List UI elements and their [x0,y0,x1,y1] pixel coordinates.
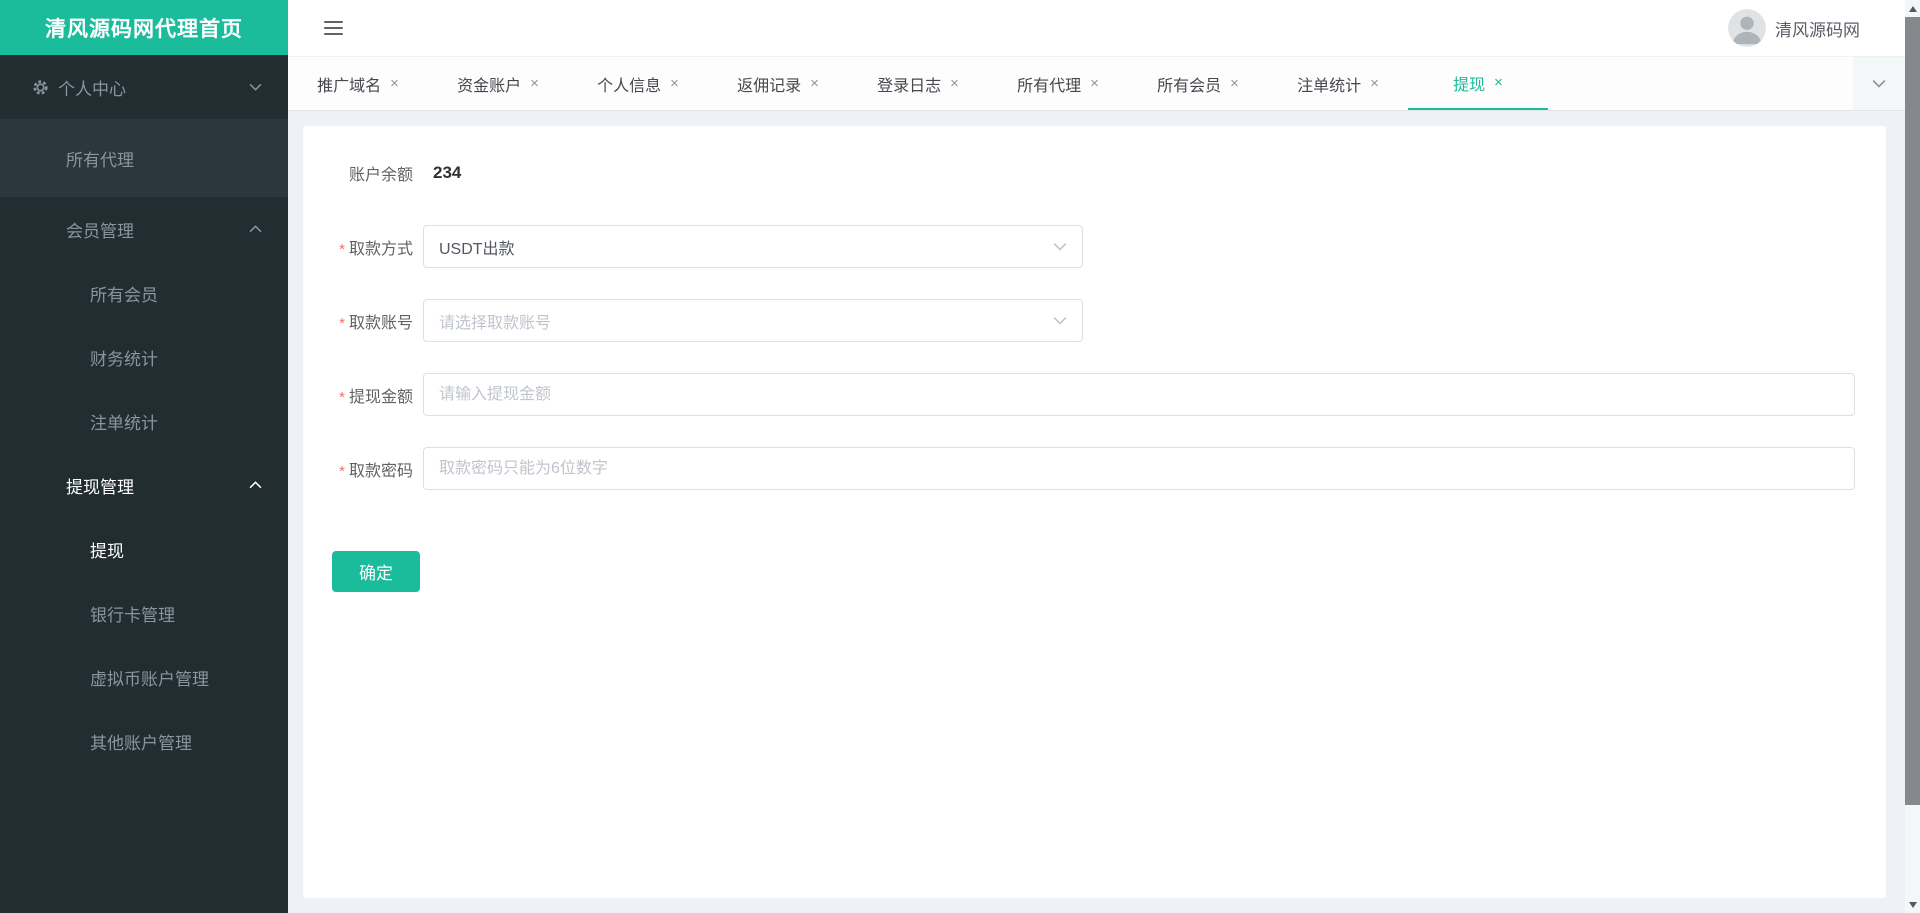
sidebar-item-bank-card-mgmt[interactable]: 银行卡管理 [0,581,288,645]
tab-label: 个人信息 [597,77,662,95]
avatar [1728,9,1766,47]
chevron-down-icon [1872,80,1886,88]
tab-close-icon[interactable]: × [810,76,819,91]
sidebar-item-label: 虚拟币账户管理 [90,669,209,689]
sidebar-item-label: 银行卡管理 [90,605,175,625]
field-label: * 取款方式 [339,240,413,258]
tabs-container: 推广域名 × 资金账户 × 个人信息 × 返佣记录 × 登录日志 × 所有代理 × 所有会员 × 注单统计 ×… [288,57,1548,110]
tab-label: 提现 [1453,76,1486,94]
sidebar-item-label: 个人中心 [58,79,126,99]
required-asterisk: * [339,462,345,480]
withdraw-password-input[interactable] [423,447,1855,490]
sidebar-item-label: 所有代理 [66,150,134,170]
tab-promo-domain[interactable]: 推广域名 × [288,57,428,110]
sidebar-item-bet-stats[interactable]: 注单统计 [0,389,288,453]
balance-value: 234 [433,163,462,182]
withdraw-method-select[interactable]: USDT出款 [423,225,1083,268]
sidebar-item-label: 财务统计 [90,349,158,369]
sidebar-item-other-account-mgmt[interactable]: 其他账户管理 [0,709,288,773]
app-window: 清风源码网代理首页 个人中心 所有代理 会员管理 所有会员 财务统计 注单统计 提现管理 提现… [0,0,1920,913]
sidebar-item-withdraw-mgmt[interactable]: 提现管理 [0,453,288,517]
tab-label: 资金账户 [457,77,522,95]
sidebar: 个人中心所有代理会员管理所有会员财务统计注单统计提现管理提现银行卡管理虚拟币账户… [0,55,288,913]
balance-label: 账户余额 [348,167,413,184]
sidebar-item-crypto-account-mgmt[interactable]: 虚拟币账户管理 [0,645,288,709]
tab-bet-stats[interactable]: 注单统计 × [1268,57,1408,110]
brand-title: 清风源码网代理首页 [0,0,288,55]
sidebar-item-withdraw[interactable]: 提现 [0,517,288,581]
sidebar-item-label: 提现管理 [66,477,134,497]
chevron-up-icon [249,481,262,489]
field-label: * 提现金额 [339,388,413,406]
sidebar-item-label: 其他账户管理 [90,733,192,753]
tab-rebate-records[interactable]: 返佣记录 × [708,57,848,110]
select-arrow-icon [1053,317,1067,325]
required-asterisk: * [339,314,345,332]
tab-bar: 推广域名 × 资金账户 × 个人信息 × 返佣记录 × 登录日志 × 所有代理 × 所有会员 × 注单统计 ×… [288,56,1905,111]
tab-close-icon[interactable]: × [1090,76,1099,91]
sidebar-item-label: 所有会员 [90,285,158,305]
sidebar-item-all-agents[interactable]: 所有代理 [0,119,288,197]
form-row-withdraw-password: * 取款密码 [303,447,1886,490]
tab-personal-info[interactable]: 个人信息 × [568,57,708,110]
sidebar-item-label: 会员管理 [66,221,134,241]
form-row-withdraw-amount: * 提现金额 [303,373,1886,416]
tabs-more-button[interactable] [1853,57,1905,110]
field-label: * 取款密码 [339,462,413,480]
tab-label: 所有代理 [1017,77,1082,95]
required-asterisk: * [339,388,345,406]
vertical-scrollbar[interactable] [1905,0,1920,913]
withdraw-account-select[interactable]: 请选择取款账号 [423,299,1083,342]
select-arrow-icon [1053,243,1067,251]
tab-close-icon[interactable]: × [530,76,539,91]
form-row-withdraw-account: * 取款账号 请选择取款账号 [303,299,1886,342]
balance-row: 账户余额 234 [303,162,1886,184]
select-value: USDT出款 [439,240,515,258]
sidebar-item-finance-stats[interactable]: 财务统计 [0,325,288,389]
topbar: 清风源码网 [288,0,1905,56]
sidebar-item-label: 注单统计 [90,413,158,433]
tab-close-icon[interactable]: × [950,76,959,91]
tab-fund-account[interactable]: 资金账户 × [428,57,568,110]
tab-close-icon[interactable]: × [390,76,399,91]
withdraw-form-card: 账户余额 234 *取款方式USDT出款*取款账号请选择取款账号*提现金额*取款… [303,126,1886,898]
sidebar-item-member-mgmt[interactable]: 会员管理 [0,197,288,261]
scroll-up-icon[interactable] [1905,0,1920,17]
field-label: * 取款账号 [339,314,413,332]
chevron-up-icon [249,225,262,233]
tab-label: 所有会员 [1157,77,1222,95]
hamburger-menu-icon[interactable] [324,21,343,35]
tab-label: 返佣记录 [737,77,802,95]
form-row-withdraw-method: * 取款方式 USDT出款 [303,225,1886,268]
withdraw-amount-input[interactable] [423,373,1855,416]
chevron-down-icon [249,83,262,91]
tab-close-icon[interactable]: × [1370,76,1379,91]
scrollbar-thumb[interactable] [1905,17,1920,805]
tab-all-members[interactable]: 所有会员 × [1128,57,1268,110]
tab-close-icon[interactable]: × [1494,75,1503,90]
tab-close-icon[interactable]: × [670,76,679,91]
sidebar-item-all-members[interactable]: 所有会员 [0,261,288,325]
gear-icon [33,79,48,95]
user-menu[interactable]: 清风源码网 [1728,0,1860,56]
scroll-down-icon[interactable] [1905,896,1920,913]
sidebar-item-personal-center[interactable]: 个人中心 [0,55,288,119]
tab-label: 推广域名 [317,77,382,95]
tab-label: 注单统计 [1297,77,1362,95]
required-asterisk: * [339,240,345,258]
tab-login-logs[interactable]: 登录日志 × [848,57,988,110]
tab-label: 登录日志 [877,77,942,95]
form-rows: *取款方式 USDT出款 *取款账号 请选择取款账号 *提现金额 *取款密码 [303,225,1886,490]
tab-close-icon[interactable]: × [1230,76,1239,91]
main-content: 账户余额 234 *取款方式USDT出款*取款账号请选择取款账号*提现金额*取款… [288,111,1905,913]
tab-all-agents[interactable]: 所有代理 × [988,57,1128,110]
username-label: 清风源码网 [1775,20,1860,40]
sidebar-item-label: 提现 [90,541,124,561]
tab-withdraw[interactable]: 提现 × [1408,57,1548,110]
confirm-button[interactable]: 确定 [332,551,420,592]
select-value: 请选择取款账号 [439,314,552,332]
